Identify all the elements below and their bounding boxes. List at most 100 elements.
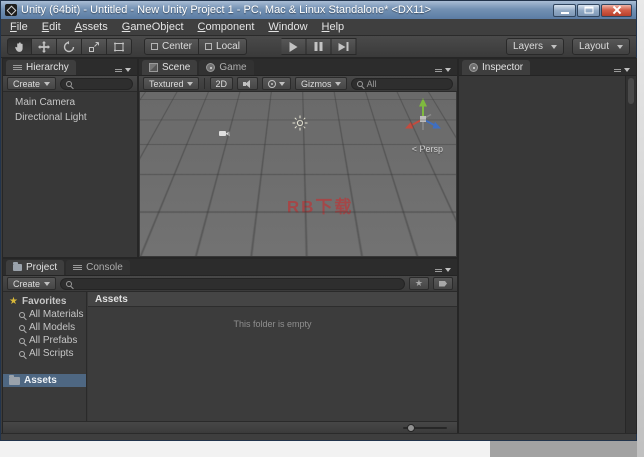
project-tab-label: Project (26, 262, 58, 273)
rotate-tool-button[interactable] (57, 38, 82, 55)
desktop-background-left (0, 441, 490, 457)
play-icon (289, 41, 297, 52)
pivot-toggle-button[interactable]: Center (144, 38, 200, 55)
menu-help[interactable]: Help (315, 20, 352, 34)
perspective-mode-label[interactable]: < Persp (412, 144, 443, 154)
project-search-input[interactable] (60, 277, 405, 290)
tab-project[interactable]: Project (6, 260, 65, 275)
search-by-type-icon: ★ (414, 278, 423, 288)
maximize-button[interactable] (577, 3, 600, 17)
tab-inspector[interactable]: Inspector (462, 60, 531, 75)
scene-orientation-gizmo[interactable] (400, 96, 446, 142)
favorite-all-prefabs[interactable]: All Prefabs (3, 334, 86, 347)
tab-game[interactable]: Game (199, 60, 254, 75)
thumbnail-zoom-slider[interactable] (403, 423, 447, 432)
tab-hierarchy[interactable]: Hierarchy (6, 60, 76, 75)
hierarchy-search-input[interactable] (60, 77, 133, 90)
rect-tool-button[interactable] (107, 38, 132, 55)
play-button[interactable] (281, 38, 306, 55)
minimize-icon (560, 11, 569, 14)
menu-component[interactable]: Component (191, 20, 262, 34)
layers-dropdown[interactable]: Layers (506, 38, 564, 55)
hierarchy-create-button[interactable]: Create (7, 77, 57, 90)
hierarchy-item-directional-light[interactable]: Directional Light (3, 110, 137, 125)
window-title: Unity (64bit) - Untitled - New Unity Pro… (21, 4, 432, 16)
assets-folder-item[interactable]: Assets (3, 374, 86, 387)
space-toggle-button[interactable]: Local (199, 38, 247, 55)
chevron-down-icon (44, 281, 51, 286)
favorites-section[interactable]: ★ Favorites (3, 295, 86, 308)
inspector-panel: Inspector (458, 58, 637, 434)
search-by-label-button[interactable] (433, 277, 453, 290)
favorite-all-materials[interactable]: All Materials (3, 308, 86, 321)
hierarchy-panel-menu[interactable] (115, 68, 134, 75)
pivot-group: Center Local (144, 38, 247, 55)
render-mode-dropdown[interactable]: Textured (143, 77, 199, 90)
camera-gizmo-icon[interactable] (219, 125, 230, 143)
search-by-type-button[interactable]: ★ (408, 277, 429, 290)
scene-toolbar: Textured 2D Gizmos All (139, 76, 457, 92)
divider (203, 78, 205, 89)
hierarchy-item-main-camera[interactable]: Main Camera (3, 95, 137, 110)
tab-scene[interactable]: Scene (142, 60, 198, 75)
menu-gameobject[interactable]: GameObject (115, 20, 191, 34)
layout-dropdown[interactable]: Layout (572, 38, 630, 55)
scene-tab-label: Scene (162, 62, 191, 73)
favorite-all-models[interactable]: All Models (3, 321, 86, 334)
chevron-down-icon (125, 68, 131, 72)
project-create-button[interactable]: Create (7, 277, 57, 290)
titlebar[interactable]: Unity (64bit) - Untitled - New Unity Pro… (1, 1, 636, 19)
create-label: Create (13, 78, 41, 89)
inspector-panel-menu[interactable] (614, 68, 633, 75)
scene-audio-button[interactable] (237, 77, 259, 90)
space-label: Local (216, 41, 240, 52)
menu-edit[interactable]: Edit (35, 20, 68, 34)
render-mode-label: Textured (149, 78, 184, 89)
scrollbar-thumb[interactable] (628, 78, 634, 104)
scene-panel-menu[interactable] (435, 68, 454, 75)
toggle-2d-button[interactable]: 2D (209, 77, 234, 90)
assets-folder-label: Assets (24, 375, 57, 386)
scene-icon (149, 63, 158, 72)
window-controls (553, 3, 632, 17)
chevron-down-icon (186, 81, 193, 86)
favorite-label: All Models (29, 322, 76, 333)
chevron-down-icon (279, 81, 286, 86)
folder-icon (9, 374, 20, 385)
slider-thumb-icon[interactable] (407, 423, 415, 432)
effects-icon (268, 79, 277, 88)
step-button[interactable] (331, 38, 356, 55)
hierarchy-toolbar: Create (3, 76, 137, 92)
window-bottom-edge (1, 433, 636, 440)
saved-search-icon (19, 337, 25, 344)
directional-light-gizmo-icon[interactable] (292, 115, 308, 136)
project-panel-menu[interactable] (435, 268, 454, 275)
scale-tool-button[interactable] (82, 38, 107, 55)
scene-viewport[interactable]: < Persp RB下载 (140, 92, 456, 256)
inspector-scrollbar[interactable] (625, 76, 636, 433)
menu-window[interactable]: Window (261, 20, 314, 34)
chevron-down-icon (445, 68, 451, 72)
close-button[interactable] (601, 3, 632, 17)
move-tool-button[interactable] (32, 38, 57, 55)
pause-button[interactable] (306, 38, 331, 55)
watermark-text: RB下载 (286, 197, 354, 217)
hierarchy-panel: Hierarchy Create Main Camera Directional… (2, 58, 138, 258)
menu-assets[interactable]: Assets (68, 20, 115, 34)
scene-effects-button[interactable] (262, 77, 292, 90)
label-tag-icon (439, 280, 447, 287)
scene-search-input[interactable]: All (350, 77, 453, 90)
menu-file[interactable]: File (3, 20, 35, 34)
gizmos-label: Gizmos (301, 78, 332, 89)
favorite-all-scripts[interactable]: All Scripts (3, 347, 86, 360)
project-files-area[interactable]: Assets This folder is empty (88, 292, 457, 421)
chevron-down-icon (624, 68, 630, 72)
scene-search-text: All (366, 78, 377, 89)
panel-menu-icon (115, 68, 122, 72)
tab-console[interactable]: Console (66, 260, 130, 275)
minimize-button[interactable] (553, 3, 576, 17)
panel-menu-icon (435, 268, 442, 272)
project-statusbar (3, 421, 457, 433)
gizmos-dropdown[interactable]: Gizmos (295, 77, 347, 90)
hand-tool-button[interactable] (7, 38, 32, 55)
